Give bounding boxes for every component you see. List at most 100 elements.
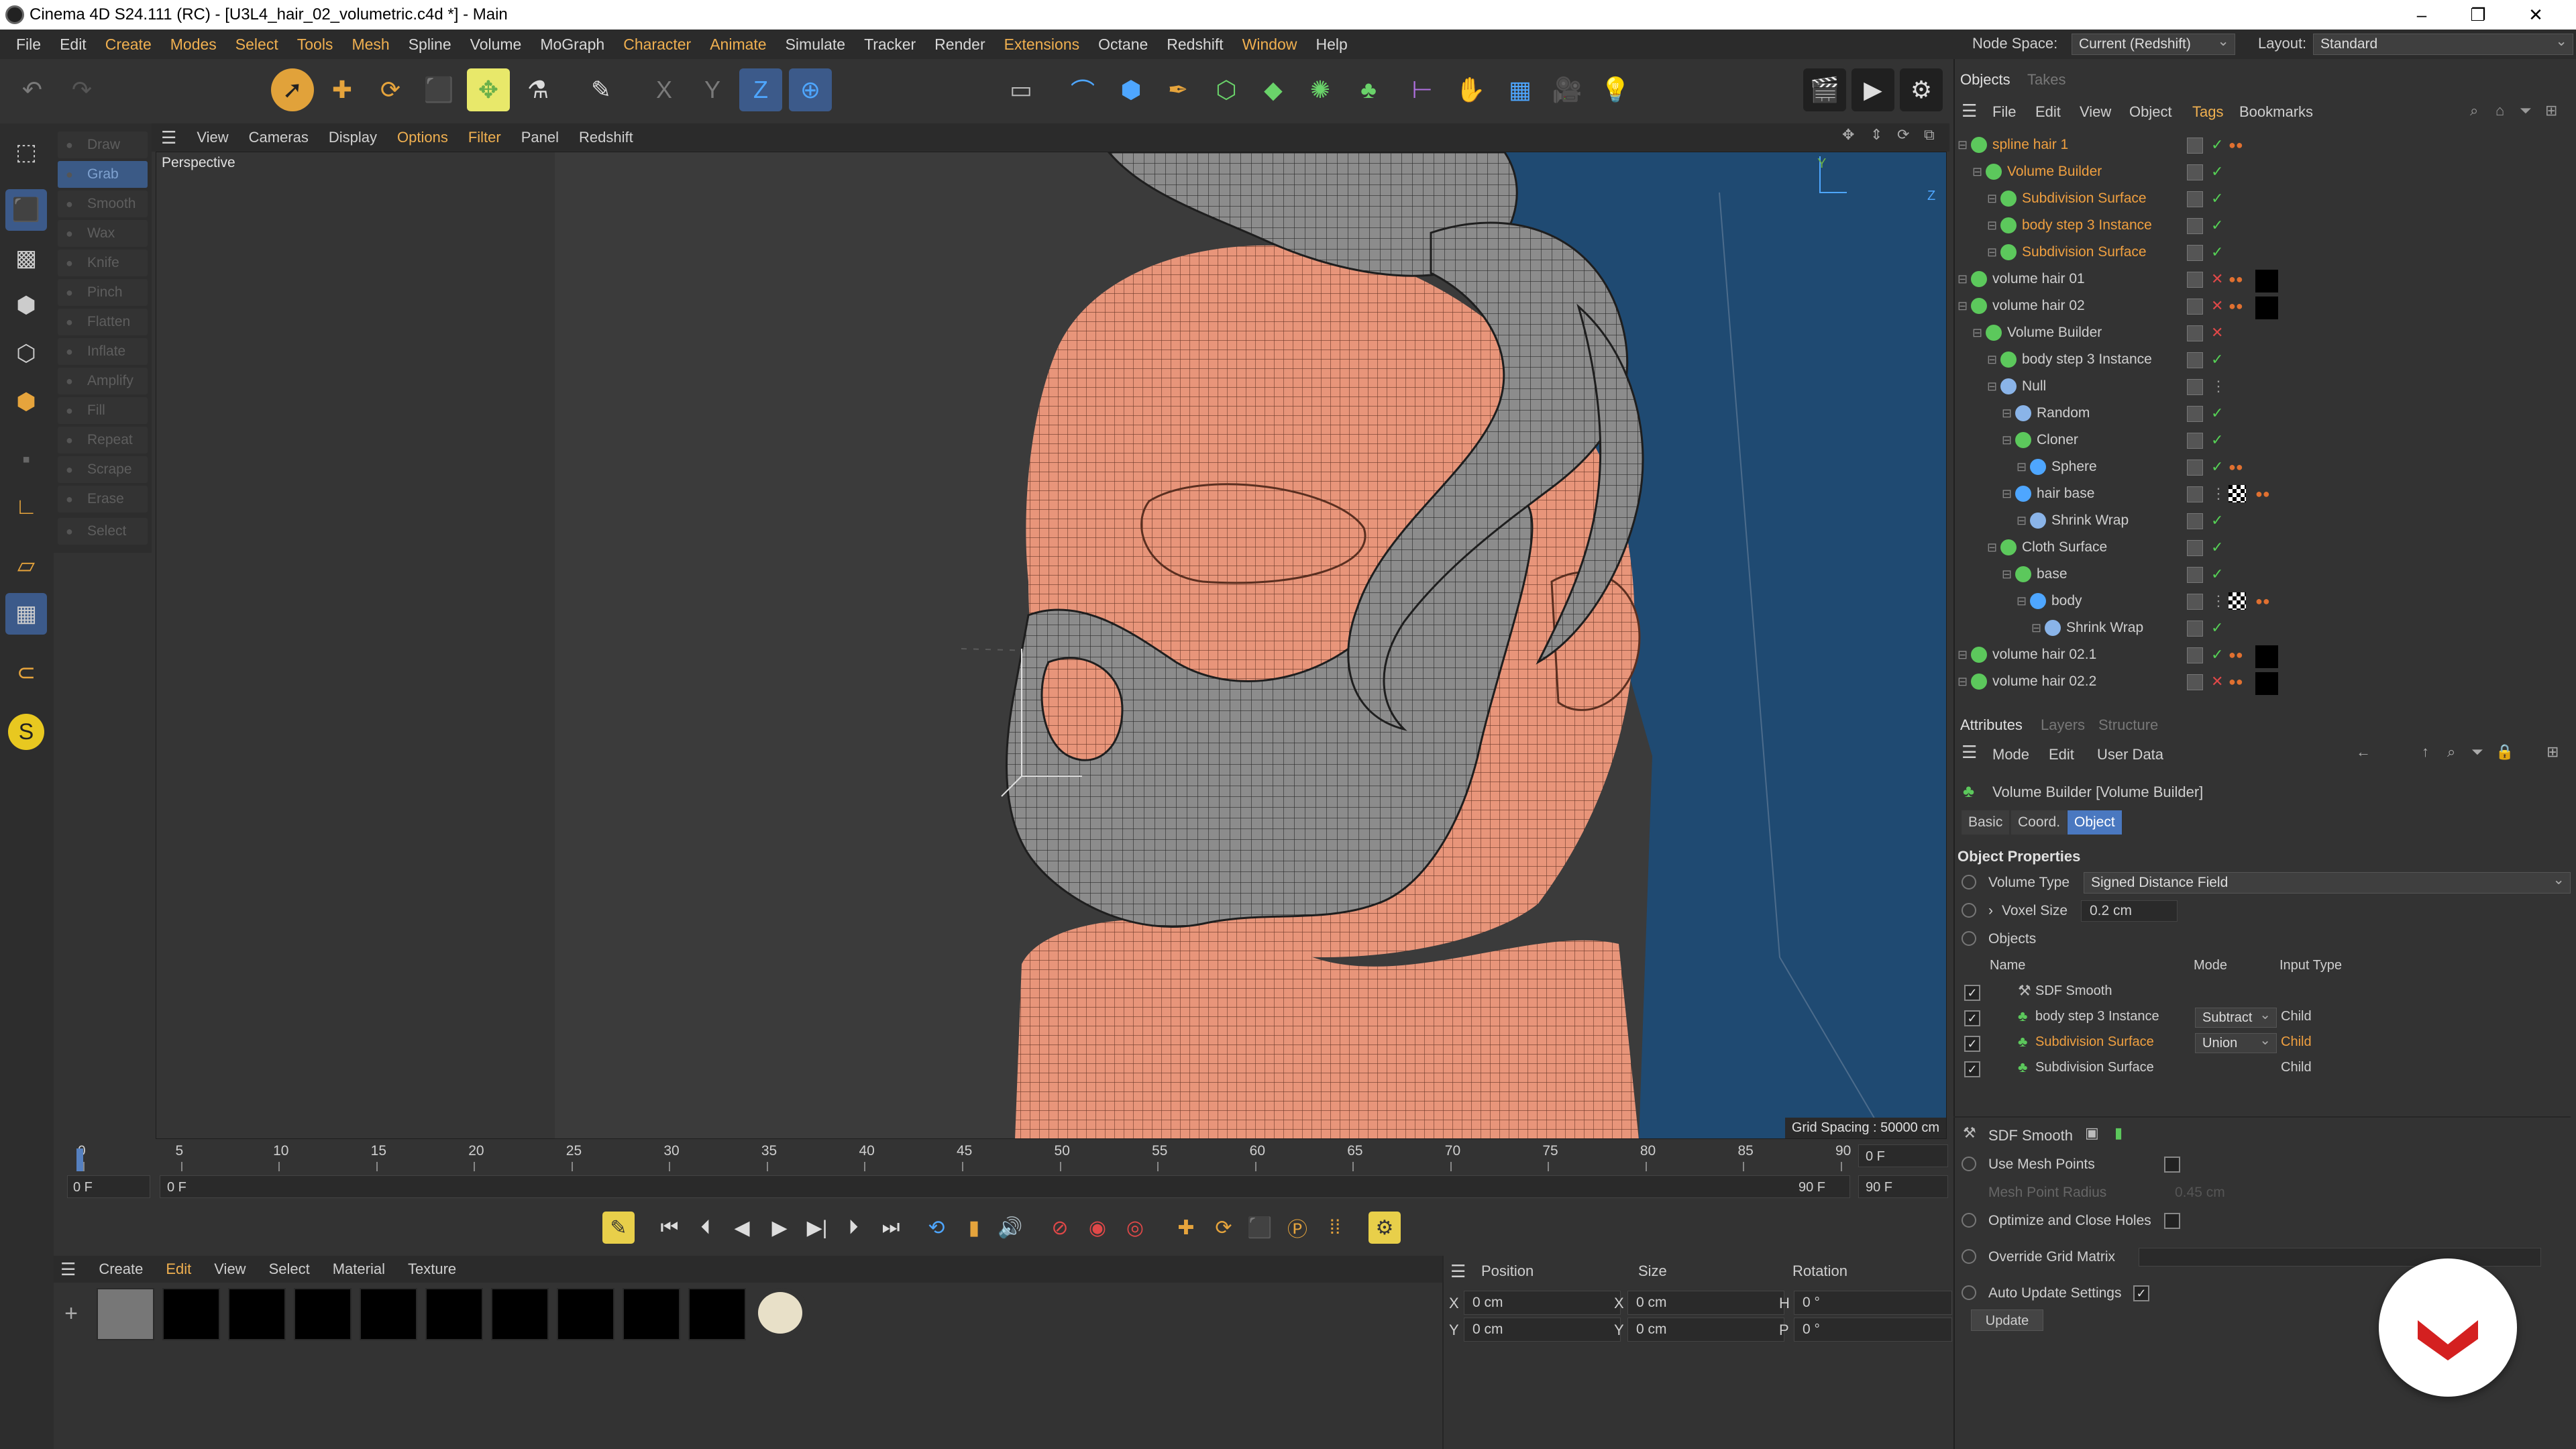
maximize-button[interactable]: ❐ bbox=[2458, 1, 2498, 28]
rotate-tool-icon[interactable]: ⟳ bbox=[369, 68, 412, 111]
mat-menu-texture[interactable]: Texture bbox=[408, 1260, 456, 1278]
object-row[interactable]: ⊟ body step 3 Instance ✓ bbox=[1953, 346, 2564, 373]
expand-toggle-icon[interactable]: ⊟ bbox=[2002, 480, 2012, 507]
expand-toggle-icon[interactable]: ⊟ bbox=[1957, 641, 1968, 668]
tab-layers[interactable]: Layers bbox=[2041, 716, 2085, 734]
object-row[interactable]: ⊟ Random ✓ bbox=[1953, 400, 2564, 427]
node-space-dropdown[interactable]: Current (Redshift) bbox=[2072, 32, 2235, 55]
voxel-size-field[interactable]: 0.2 cm bbox=[2081, 900, 2178, 922]
object-row[interactable]: ⊟ Null ⋮ bbox=[1953, 373, 2564, 400]
motion-system-icon[interactable]: ⚙ bbox=[1368, 1212, 1401, 1244]
volume-object-enable-checkbox[interactable]: ✓ bbox=[1964, 1036, 1980, 1052]
object-row[interactable]: ⊟ body ⋮ ●● bbox=[1953, 588, 2564, 614]
object-name[interactable]: volume hair 01 bbox=[1992, 266, 2085, 292]
key-pla-icon[interactable]: ⁞⁞ bbox=[1319, 1212, 1351, 1244]
object-name[interactable]: Shrink Wrap bbox=[2051, 507, 2129, 534]
object-row[interactable]: ⊟ volume hair 02.2 ✕ ●● bbox=[1953, 668, 2564, 695]
start-frame-field[interactable]: 0 F bbox=[67, 1175, 150, 1198]
uv-mode-icon[interactable]: ▪ bbox=[5, 439, 47, 480]
volume-object-name[interactable]: body step 3 Instance bbox=[2035, 1009, 2159, 1024]
object-row[interactable]: ⊟ Volume Builder ✓ bbox=[1953, 158, 2564, 185]
object-name[interactable]: hair base bbox=[2037, 480, 2094, 507]
object-row[interactable]: ⊟ body step 3 Instance ✓ bbox=[1953, 212, 2564, 239]
animate-radio[interactable] bbox=[1962, 1157, 1976, 1171]
object-name[interactable]: Cloner bbox=[2037, 427, 2078, 453]
point-mode-icon[interactable]: ⬢ bbox=[5, 284, 47, 326]
key-parameter-icon[interactable]: Ⓟ bbox=[1281, 1212, 1313, 1244]
snap-magnet-icon[interactable]: ⊂ bbox=[5, 652, 47, 694]
volume-object-enable-checkbox[interactable]: ✓ bbox=[1964, 985, 1980, 1001]
enabled-check-icon[interactable]: ✓ bbox=[2211, 614, 2223, 641]
object-name[interactable]: Subdivision Surface bbox=[2022, 185, 2147, 212]
new-window-icon[interactable]: ⊞ bbox=[2545, 102, 2557, 119]
y-axis-lock-icon[interactable]: Y bbox=[691, 68, 734, 111]
object-name[interactable]: Random bbox=[2037, 400, 2090, 427]
close-button[interactable]: ✕ bbox=[2516, 1, 2556, 28]
material-swatch[interactable] bbox=[754, 1288, 809, 1338]
timeline-dopesheet-icon[interactable]: ▭ bbox=[1000, 68, 1042, 111]
menu-animate[interactable]: Animate bbox=[710, 36, 766, 54]
record-active-icon[interactable]: ⊘ bbox=[1044, 1212, 1076, 1244]
render-region-icon[interactable]: 🎬 bbox=[1803, 68, 1846, 111]
material-tag-icon[interactable]: ●● bbox=[2229, 131, 2243, 158]
sculpt-knife[interactable]: Knife bbox=[58, 250, 148, 276]
object-name[interactable]: Subdivision Surface bbox=[2022, 239, 2147, 266]
go-to-end-icon[interactable]: ⏭ bbox=[875, 1212, 907, 1244]
object-name[interactable]: Shrink Wrap bbox=[2066, 614, 2143, 641]
material-tag-icon[interactable]: ●● bbox=[2229, 292, 2243, 319]
enabled-check-icon[interactable]: ✓ bbox=[2211, 561, 2223, 588]
attr-menu-userdata[interactable]: User Data bbox=[2097, 746, 2163, 763]
expand-toggle-icon[interactable]: ⊟ bbox=[2017, 453, 2027, 480]
hamburger-icon[interactable]: ☰ bbox=[60, 1259, 76, 1280]
menu-modes[interactable]: Modes bbox=[170, 36, 217, 54]
expand-toggle-icon[interactable]: ⊟ bbox=[1987, 185, 1997, 212]
enabled-check-icon[interactable]: ✓ bbox=[2211, 346, 2223, 373]
expand-toggle-icon[interactable]: ⊟ bbox=[1957, 668, 1968, 695]
z-axis-lock-icon[interactable]: Z bbox=[739, 68, 782, 111]
extrude-generator-icon[interactable]: ◆ bbox=[1252, 68, 1295, 111]
sculpt-inflate[interactable]: Inflate bbox=[58, 338, 148, 365]
layer-color-swatch[interactable] bbox=[2187, 406, 2203, 422]
object-name[interactable]: Sphere bbox=[2051, 453, 2097, 480]
material-tag-icon[interactable]: ●● bbox=[2255, 480, 2270, 507]
menu-select[interactable]: Select bbox=[235, 36, 278, 54]
menu-window[interactable]: Window bbox=[1242, 36, 1297, 54]
auto-update-checkbox[interactable]: ✓ bbox=[2133, 1285, 2149, 1301]
layer-color-swatch[interactable] bbox=[2187, 486, 2203, 502]
enabled-check-icon[interactable]: ✓ bbox=[2211, 427, 2223, 453]
update-button[interactable]: Update bbox=[1971, 1309, 2043, 1331]
expand-toggle-icon[interactable]: ⊟ bbox=[1957, 292, 1968, 319]
expand-toggle-icon[interactable]: ⊟ bbox=[2002, 427, 2012, 453]
key-rotation-icon[interactable]: ⟳ bbox=[1208, 1212, 1240, 1244]
search-icon[interactable]: ⌕ bbox=[2447, 743, 2455, 761]
timeline-playhead[interactable] bbox=[76, 1148, 83, 1171]
layout-dropdown[interactable]: Standard bbox=[2313, 32, 2573, 55]
live-selection-icon[interactable]: ✥ bbox=[467, 68, 510, 111]
menu-octane[interactable]: Octane bbox=[1098, 36, 1148, 54]
material-tag-icon[interactable]: ●● bbox=[2229, 266, 2243, 292]
visibility-dots-icon[interactable]: ⋮ bbox=[2211, 480, 2226, 507]
expand-toggle-icon[interactable]: ⊟ bbox=[1987, 212, 1997, 239]
disabled-x-icon[interactable]: ✕ bbox=[2211, 266, 2223, 292]
menu-tools[interactable]: Tools bbox=[297, 36, 333, 54]
filter-add-icon[interactable]: ▣ bbox=[2085, 1124, 2099, 1142]
layer-color-swatch[interactable] bbox=[2187, 218, 2203, 234]
minimize-button[interactable]: – bbox=[2402, 1, 2442, 28]
expand-toggle-icon[interactable]: ⊟ bbox=[2031, 614, 2041, 641]
expand-toggle-icon[interactable]: ⊟ bbox=[2002, 561, 2012, 588]
x-axis-lock-icon[interactable]: X bbox=[643, 68, 686, 111]
layer-color-swatch[interactable] bbox=[2187, 191, 2203, 207]
tab-takes[interactable]: Takes bbox=[2027, 71, 2065, 89]
volume-type-dropdown[interactable]: Signed Distance Field bbox=[2084, 870, 2571, 894]
expand-toggle-icon[interactable]: ⊟ bbox=[2017, 507, 2027, 534]
object-row[interactable]: ⊟ spline hair 1 ✓ ●● bbox=[1953, 131, 2564, 158]
attr-menu-mode[interactable]: Mode bbox=[1992, 746, 2029, 763]
vp-menu-cameras[interactable]: Cameras bbox=[249, 129, 309, 146]
vp-menu-display[interactable]: Display bbox=[329, 129, 377, 146]
position-x-field[interactable]: 0 cm bbox=[1464, 1291, 1621, 1315]
scale-tool-icon[interactable]: ⬛ bbox=[417, 68, 460, 111]
layer-color-swatch[interactable] bbox=[2187, 379, 2203, 395]
animate-radio[interactable] bbox=[1962, 875, 1976, 890]
object-name[interactable]: volume hair 02.2 bbox=[1992, 668, 2096, 695]
rotation-p-field[interactable]: 0 ° bbox=[1794, 1318, 1952, 1342]
